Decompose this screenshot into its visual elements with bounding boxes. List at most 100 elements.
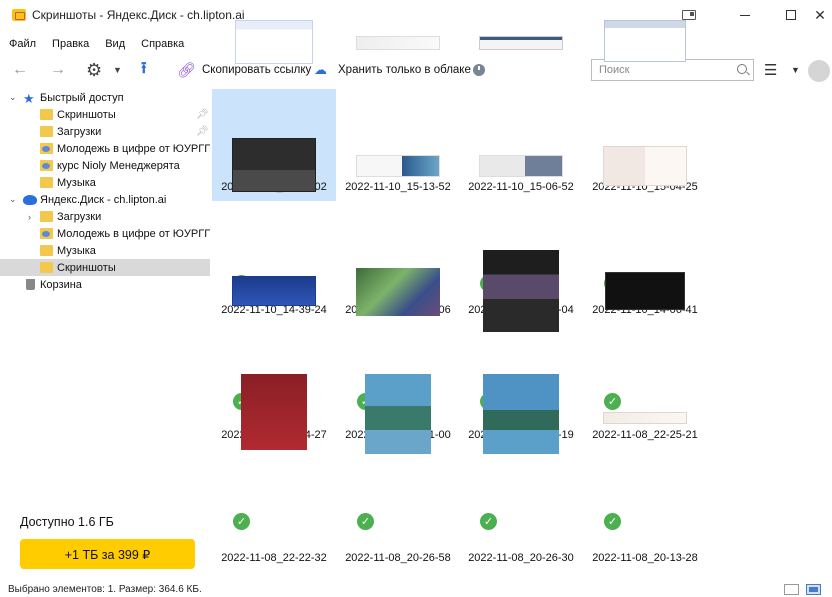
arrow-left-icon: ← (12, 61, 28, 78)
tree-label: Музыка (57, 176, 96, 189)
disk-item-downloads[interactable]: › Загрузки (0, 208, 210, 225)
quick-item-youth[interactable]: Молодежь в цифре от ЮУРГГПУ (0, 140, 210, 157)
pin-icon[interactable]: 📌︎ (196, 126, 209, 137)
avatar[interactable] (808, 60, 830, 82)
tree-label: Молодежь в цифре от ЮУРГГПУ (57, 227, 210, 240)
upload-icon: ⭱ (141, 59, 147, 77)
file-thumbnail (604, 20, 686, 62)
sync-check-icon: ✓ (604, 393, 621, 410)
file-thumbnail (605, 272, 685, 310)
caret-down-icon: ▼ (791, 65, 800, 75)
menu-file[interactable]: Файл (0, 36, 43, 52)
folder-icon (40, 177, 53, 188)
menu-help[interactable]: Справка (132, 36, 191, 52)
upload-button[interactable]: ⭱ (141, 55, 147, 85)
search-icon[interactable] (737, 64, 747, 74)
back-button[interactable]: ← (12, 55, 28, 85)
gear-icon: ⚙ (86, 59, 103, 80)
tree-label: Загрузки (57, 125, 102, 138)
details-view-button[interactable] (784, 584, 799, 595)
file-thumbnail (603, 412, 687, 424)
quick-item-downloads[interactable]: Загрузки 📌︎ (0, 123, 210, 140)
file-item[interactable]: ✓ 2022-11-08_22-25-21 (583, 272, 707, 449)
tree-label: Молодежь в цифре от ЮУРГГПУ (57, 142, 210, 155)
file-name: 2022-11-08_22-25-21 (592, 429, 698, 441)
file-item[interactable]: ✓ 2022-11-08_22-22-32 (212, 374, 336, 572)
status-text: Выбрано элементов: 1. Размер: 364.6 КБ. (8, 584, 202, 595)
file-item[interactable]: ✓ 2022-11-08_20-13-28 (583, 412, 707, 572)
sync-check-icon: ✓ (233, 513, 250, 530)
shared-folder-icon (40, 160, 53, 171)
sync-check-icon: ✓ (357, 513, 374, 530)
sidebar: ⌄ ★ Быстрый доступ Скриншоты 📌︎ Загрузки… (0, 89, 212, 579)
file-thumbnail (365, 374, 431, 454)
menu-view[interactable]: Вид (96, 36, 132, 52)
yandex-disk-app-icon (12, 9, 26, 21)
quick-item-music[interactable]: Музыка (0, 174, 210, 191)
tree-label: Скриншоты (57, 108, 116, 121)
shared-folder-icon (40, 143, 53, 154)
status-bar: Выбрано элементов: 1. Размер: 364.6 КБ. (0, 581, 832, 597)
minimize-icon (740, 14, 750, 16)
quick-item-screenshots[interactable]: Скриншоты 📌︎ (0, 106, 210, 123)
tree-quick-access[interactable]: ⌄ ★ Быстрый доступ (0, 89, 210, 106)
folder-icon (40, 126, 53, 137)
settings-dropdown-button[interactable]: ▼ (113, 55, 122, 85)
cloud-icon[interactable]: ☁︎ (314, 55, 327, 85)
file-thumbnail (232, 138, 316, 192)
history-button[interactable] (473, 55, 485, 85)
file-thumbnail (479, 155, 563, 177)
file-item[interactable]: ✓2022-11-10_14-39-24 (212, 138, 336, 324)
minimize-button[interactable] (722, 0, 768, 30)
tray-window-icon (682, 10, 696, 20)
chevron-right-icon[interactable]: › (28, 212, 31, 222)
tree-trash[interactable]: Корзина (0, 276, 210, 293)
view-mode-button[interactable]: ☰ (764, 55, 777, 85)
chevron-down-icon[interactable]: ⌄ (9, 194, 17, 205)
tree-label: Музыка (57, 244, 96, 257)
pin-icon[interactable]: 📌︎ (196, 109, 209, 120)
settings-button[interactable]: ⚙ (86, 55, 102, 85)
file-name: 2022-11-08_20-13-28 (592, 552, 698, 564)
disk-item-music[interactable]: Музыка (0, 242, 210, 259)
file-thumbnail (235, 20, 313, 64)
view-mode-dropdown[interactable]: ▼ (791, 55, 800, 85)
trash-icon (26, 279, 35, 290)
maximize-icon (786, 10, 796, 20)
file-item[interactable]: ✓ 2022-11-08_20-26-58 (336, 374, 460, 572)
star-icon: ★ (23, 91, 35, 106)
file-thumbnail (241, 374, 307, 450)
file-item[interactable]: ✓2022-11-10_15-13-52 (336, 36, 460, 201)
file-thumbnail (483, 250, 559, 332)
sync-check-icon: ✓ (480, 513, 497, 530)
file-item[interactable]: ✓2022-11-10_15-06-52 (459, 36, 583, 201)
tree-label: Загрузки (57, 210, 102, 223)
clock-icon (473, 64, 485, 76)
window-title: Скриншоты - Яндекс.Диск - ch.lipton.ai (32, 8, 245, 22)
file-name: 2022-11-08_20-26-58 (345, 552, 451, 564)
tree-yandex-disk[interactable]: ⌄ Яндекс.Диск - ch.lipton.ai (0, 191, 210, 208)
cloud-only-button[interactable]: Хранить только в облаке (338, 55, 471, 85)
disk-item-screenshots[interactable]: Скриншоты (0, 259, 210, 276)
close-button[interactable]: ✕ (808, 0, 832, 30)
file-thumbnail (356, 268, 440, 316)
large-icons-view-button[interactable] (806, 584, 821, 595)
buy-storage-button[interactable]: +1 ТБ за 399 ₽ (20, 539, 195, 569)
menu-edit[interactable]: Правка (43, 36, 96, 52)
file-thumbnail (356, 36, 440, 50)
tree-label: Яндекс.Диск - ch.lipton.ai (40, 193, 167, 206)
sync-check-icon: ✓ (604, 513, 621, 530)
copy-link-icon[interactable]: 🔗︎ (177, 55, 196, 85)
folder-icon (40, 109, 53, 120)
file-thumbnail (603, 146, 687, 186)
quick-item-course[interactable]: курс Nioly Менеджерята (0, 157, 210, 174)
forward-button[interactable]: → (50, 55, 66, 85)
file-item[interactable]: ✓ 2022-11-08_20-26-30 (459, 374, 583, 572)
list-view-icon: ☰ (764, 62, 778, 79)
tree-label: курс Nioly Менеджерята (57, 159, 180, 172)
folder-icon (40, 245, 53, 256)
search-input[interactable] (592, 60, 732, 80)
chevron-down-icon[interactable]: ⌄ (9, 92, 17, 103)
disk-item-youth[interactable]: Молодежь в цифре от ЮУРГГПУ (0, 225, 210, 242)
folder-icon (40, 262, 53, 273)
